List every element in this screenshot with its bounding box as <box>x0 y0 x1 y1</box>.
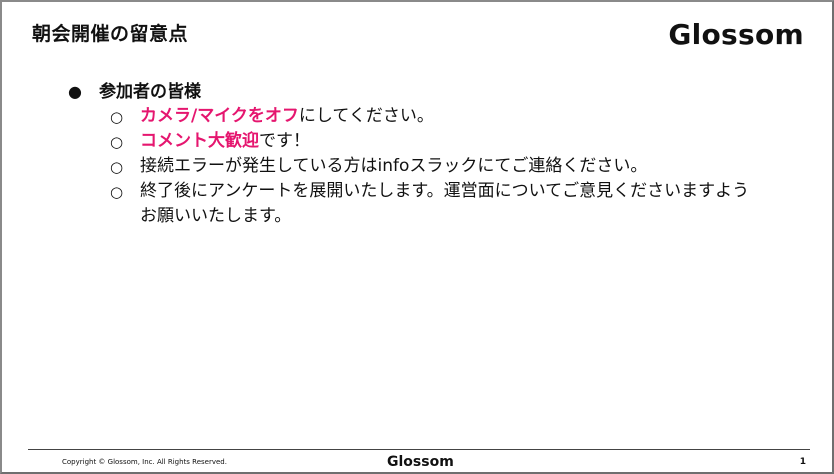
glossom-logo: Glossom <box>668 18 804 51</box>
list-item: ○ コメント大歓迎です！ <box>68 129 756 154</box>
list-item: ○ カメラ/マイクをオフにしてください。 <box>68 104 756 129</box>
filled-circle-bullet-icon: ● <box>68 82 82 101</box>
highlight-text: カメラ/マイクをオフ <box>140 106 299 126</box>
slide: 朝会開催の留意点 Glossom ● 参加者の皆様 ○ カメラ/マイクをオフにして… <box>0 0 834 474</box>
item-text: 終了後にアンケートを展開いたします。運営面についてご意見くださいますようお願いい… <box>140 181 750 226</box>
bullet-heading: ● 参加者の皆様 <box>68 80 808 104</box>
page-number: 1 <box>799 457 806 467</box>
heading-text: 参加者の皆様 <box>99 82 201 102</box>
sub-bullet-list: ○ カメラ/マイクをオフにしてください。 ○ コメント大歓迎です！ ○ 接続エラーが発… <box>68 104 808 229</box>
list-item: ○ 終了後にアンケートを展開いたします。運営面についてご意見くださいますようお願い… <box>68 179 756 229</box>
hollow-circle-bullet-icon: ○ <box>110 183 124 201</box>
slide-title: 朝会開催の留意点 <box>32 23 189 45</box>
hollow-circle-bullet-icon: ○ <box>110 158 124 176</box>
item-text: です！ <box>259 131 310 151</box>
hollow-circle-bullet-icon: ○ <box>110 108 124 126</box>
footer-divider <box>28 449 810 450</box>
copyright-text: Copyright © Glossom, Inc. All Rights Res… <box>62 458 227 466</box>
item-text: 接続エラーが発生している方はinfoスラックにてご連絡ください。 <box>140 156 648 176</box>
footer-glossom-logo: Glossom <box>387 454 454 470</box>
item-text: にしてください。 <box>298 106 434 126</box>
list-item: ○ 接続エラーが発生している方はinfoスラックにてご連絡ください。 <box>68 154 756 179</box>
highlight-text: コメント大歓迎 <box>140 131 259 151</box>
hollow-circle-bullet-icon: ○ <box>110 133 124 151</box>
slide-content: ● 参加者の皆様 ○ カメラ/マイクをオフにしてください。 ○ コメント大歓迎です！… <box>68 80 808 229</box>
